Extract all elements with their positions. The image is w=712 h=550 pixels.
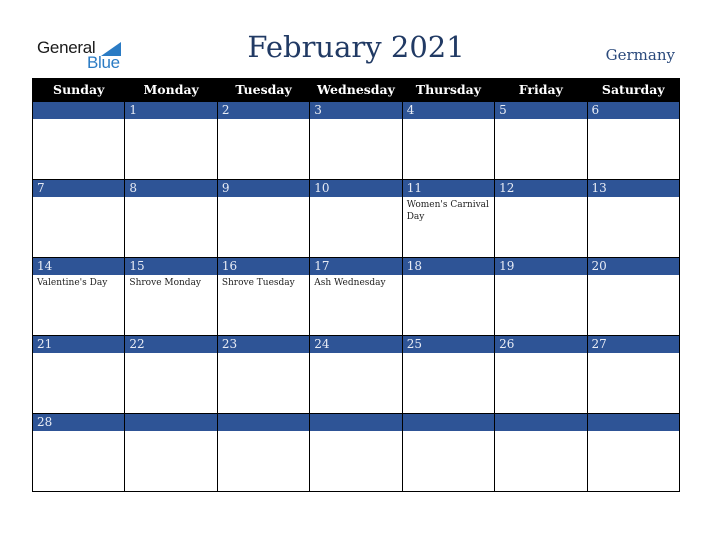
day-cell[interactable] [309,431,403,492]
day-cell[interactable] [401,275,496,336]
day-cell[interactable] [31,431,126,492]
country-label: Germany [605,46,675,64]
week-number-row: 21 22 23 24 25 26 27 [31,335,681,353]
week-event-row [31,431,681,492]
day-number: 23 [216,335,311,353]
day-cell[interactable] [494,431,588,492]
day-cell[interactable] [401,431,496,492]
day-cell[interactable] [494,353,588,414]
week-number-row: 7 8 9 10 11 12 13 [31,179,681,197]
day-cell[interactable] [494,197,588,258]
day-number: 21 [31,335,126,353]
day-cell[interactable]: Women's Carnival Day [401,197,496,258]
day-number: 4 [401,101,496,119]
day-cell[interactable] [586,197,681,258]
week-number-row: 123456 [31,101,681,119]
day-number: 3 [309,101,403,119]
weekday-header: Thursday [401,78,496,102]
day-cell[interactable]: Shrove Monday [124,275,218,336]
day-number: 5 [494,101,588,119]
day-number [309,413,403,431]
weekday-header: Sunday [31,78,126,102]
day-number [586,413,681,431]
day-number [31,101,126,119]
weekday-header-row: Sunday Monday Tuesday Wednesday Thursday… [31,78,681,102]
weekday-header: Saturday [586,78,681,102]
day-cell[interactable] [31,353,126,414]
day-number: 22 [124,335,218,353]
weekday-header: Monday [124,78,218,102]
day-cell[interactable] [309,119,403,180]
day-number: 8 [124,179,218,197]
day-number: 14 [31,257,126,275]
holiday-label: Valentine's Day [37,278,108,288]
week-event-row [31,119,681,180]
day-cell[interactable] [216,119,311,180]
week-number-row: 28 [31,413,681,431]
day-number: 27 [586,335,681,353]
day-cell[interactable] [401,119,496,180]
day-cell[interactable]: Shrove Tuesday [216,275,311,336]
holiday-label: Shrove Monday [129,278,202,288]
day-number: 7 [31,179,126,197]
day-number: 17 [309,257,403,275]
day-cell[interactable] [31,197,126,258]
week-event-row: Valentine's Day Shrove Monday Shrove Tuesd… [31,275,681,336]
calendar-grid: Sunday Monday Tuesday Wednesday Thursday… [31,78,681,492]
day-cell[interactable] [401,353,496,414]
day-number: 10 [309,179,403,197]
day-number: 26 [494,335,588,353]
day-number: 1 [124,101,218,119]
day-cell[interactable]: Ash Wednesday [309,275,403,336]
day-cell[interactable] [586,119,681,180]
day-cell[interactable] [124,353,218,414]
day-number: 2 [216,101,311,119]
holiday-label: Ash Wednesday [314,278,386,288]
week-event-row: Women's Carnival Day [31,197,681,258]
day-cell[interactable] [216,197,311,258]
day-cell[interactable] [586,431,681,492]
day-number: 28 [31,413,126,431]
day-number [494,413,588,431]
weekday-header: Wednesday [309,78,403,102]
day-number: 25 [401,335,496,353]
day-cell[interactable] [586,353,681,414]
day-cell[interactable] [586,275,681,336]
day-number: 11 [401,179,496,197]
day-number: 15 [124,257,218,275]
day-cell[interactable] [216,353,311,414]
holiday-label: Shrove Tuesday [221,278,295,288]
day-cell[interactable] [309,353,403,414]
day-number: 24 [309,335,403,353]
day-number: 19 [494,257,588,275]
day-cell[interactable] [494,275,588,336]
day-cell[interactable] [494,119,588,180]
day-number: 9 [216,179,311,197]
day-cell[interactable] [31,119,126,180]
day-cell[interactable] [124,431,218,492]
day-number [216,413,311,431]
day-number [401,413,496,431]
day-number: 16 [216,257,311,275]
day-number: 18 [401,257,496,275]
day-number: 20 [586,257,681,275]
day-cell[interactable] [124,197,218,258]
week-number-row: 14 15 16 17 18 19 20 [31,257,681,275]
day-cell[interactable] [124,119,218,180]
weekday-header: Friday [494,78,588,102]
weekday-header: Tuesday [216,78,311,102]
day-cell[interactable] [216,431,311,492]
day-number: 6 [586,101,681,119]
day-number [124,413,218,431]
day-number: 13 [586,179,681,197]
week-event-row [31,353,681,414]
day-cell[interactable]: Valentine's Day [31,275,126,336]
holiday-label: Women's Carnival Day [406,200,489,222]
day-number: 12 [494,179,588,197]
day-cell[interactable] [309,197,403,258]
